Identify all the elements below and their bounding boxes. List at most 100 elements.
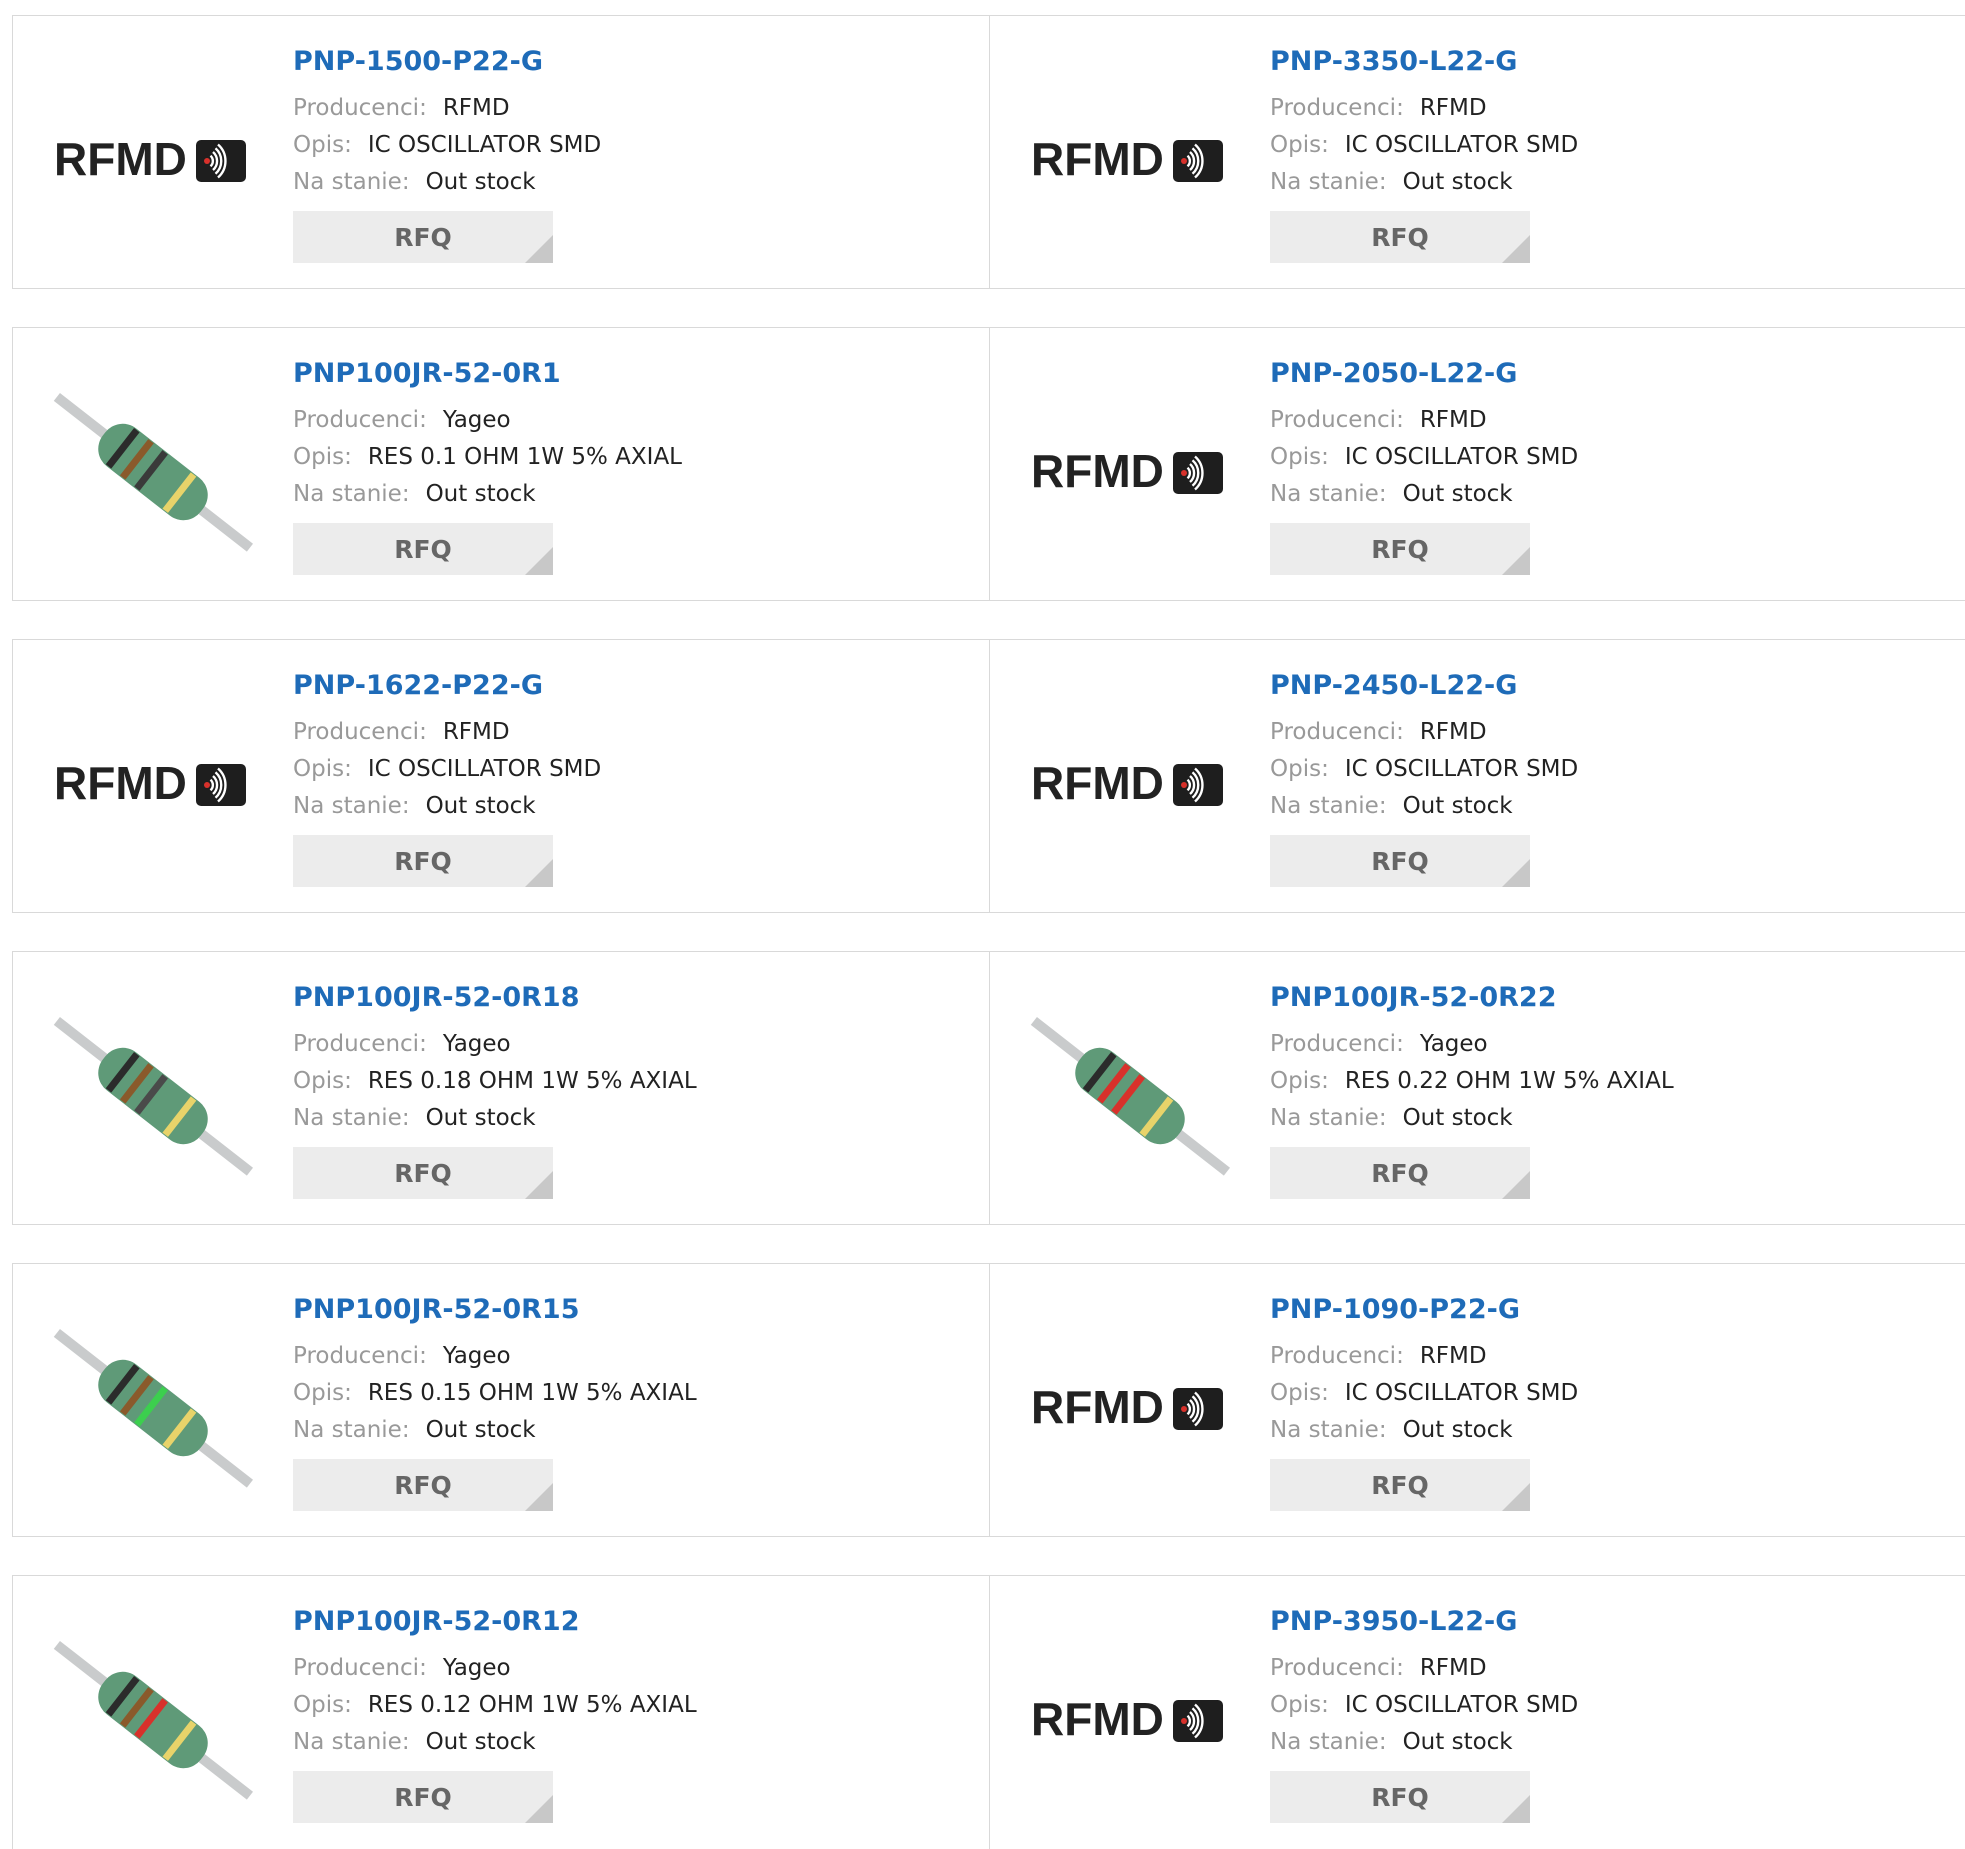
manufacturer-label: Producenci: [293, 95, 427, 121]
signal-dot-icon [1180, 1405, 1187, 1412]
product-info: PNP-3950-L22-G Producenci: RFMD Opis: IC O… [1270, 1604, 1578, 1823]
rfq-button[interactable]: RFQ [293, 523, 553, 575]
stock-row: Na stanie: Out stock [1270, 1100, 1674, 1137]
product-image[interactable]: RFMD [1028, 1306, 1233, 1511]
description-label: Opis: [293, 444, 352, 470]
product-card: RFMD PNP-3350-L22-G Producenci: RFMD Opis… [989, 16, 1965, 288]
product-image[interactable] [51, 1618, 256, 1823]
rfmd-logo: RFMD [1031, 757, 1223, 809]
part-number-link[interactable]: PNP100JR-52-0R12 [293, 1604, 697, 1640]
part-number-link[interactable]: PNP-2450-L22-G [1270, 668, 1578, 704]
stock-value: Out stock [425, 1105, 536, 1131]
rfq-button[interactable]: RFQ [1270, 1771, 1530, 1823]
rfq-button[interactable]: RFQ [293, 835, 553, 887]
product-row: PNP100JR-52-0R1 Producenci: Yageo Opis: RE… [12, 327, 1965, 601]
part-number-link[interactable]: PNP-3350-L22-G [1270, 44, 1578, 80]
part-number-link[interactable]: PNP-1622-P22-G [293, 668, 601, 704]
rfq-button[interactable]: RFQ [293, 1147, 553, 1199]
rfq-button[interactable]: RFQ [1270, 211, 1530, 263]
rfq-button[interactable]: RFQ [293, 211, 553, 263]
part-number-link[interactable]: PNP-1500-P22-G [293, 44, 601, 80]
part-number-link[interactable]: PNP100JR-52-0R1 [293, 356, 682, 392]
description-row: Opis: RES 0.12 OHM 1W 5% AXIAL [293, 1687, 697, 1724]
rfmd-logo-text: RFMD [1031, 445, 1164, 497]
product-image[interactable] [51, 1306, 256, 1511]
product-row: PNP100JR-52-0R15 Producenci: Yageo Opis: R… [12, 1263, 1965, 1537]
rfmd-logo: RFMD [1031, 1381, 1223, 1433]
manufacturer-value: RFMD [1419, 407, 1487, 433]
product-info: PNP-1622-P22-G Producenci: RFMD Opis: IC O… [293, 668, 601, 887]
rfmd-logo-text: RFMD [1031, 1381, 1164, 1433]
rfq-button[interactable]: RFQ [293, 1771, 553, 1823]
rfq-button[interactable]: RFQ [1270, 1459, 1530, 1511]
description-row: Opis: IC OSCILLATOR SMD [293, 127, 601, 164]
rfq-button[interactable]: RFQ [1270, 1147, 1530, 1199]
rfmd-logo: RFMD [54, 133, 246, 185]
corner-triangle-icon [1502, 547, 1530, 575]
stock-label: Na stanie: [1270, 1729, 1387, 1755]
manufacturer-row: Producenci: Yageo [293, 1650, 697, 1687]
product-row: PNP100JR-52-0R12 Producenci: Yageo Opis: R… [12, 1575, 1965, 1849]
product-card: RFMD PNP-2050-L22-G Producenci: RFMD Opis… [989, 328, 1965, 600]
product-image[interactable]: RFMD [1028, 58, 1233, 263]
description-label: Opis: [1270, 1380, 1329, 1406]
stock-row: Na stanie: Out stock [1270, 1724, 1578, 1761]
manufacturer-value: RFMD [1419, 1343, 1487, 1369]
product-image[interactable]: RFMD [1028, 370, 1233, 575]
rfq-label: RFQ [394, 534, 452, 564]
rfq-label: RFQ [1371, 534, 1429, 564]
product-card: RFMD PNP-1500-P22-G Producenci: RFMD Opis… [13, 16, 989, 288]
rfq-button[interactable]: RFQ [1270, 523, 1530, 575]
part-number-link[interactable]: PNP-3950-L22-G [1270, 1604, 1578, 1640]
stock-label: Na stanie: [1270, 481, 1387, 507]
manufacturer-row: Producenci: Yageo [293, 402, 682, 439]
description-row: Opis: IC OSCILLATOR SMD [1270, 751, 1578, 788]
product-info: PNP100JR-52-0R15 Producenci: Yageo Opis: R… [293, 1292, 697, 1511]
part-number-link[interactable]: PNP100JR-52-0R18 [293, 980, 697, 1016]
product-image[interactable]: RFMD [51, 682, 256, 887]
rfmd-logo-text: RFMD [1031, 133, 1164, 185]
stock-row: Na stanie: Out stock [1270, 164, 1578, 201]
manufacturer-row: Producenci: RFMD [1270, 402, 1578, 439]
stock-row: Na stanie: Out stock [293, 1412, 697, 1449]
manufacturer-label: Producenci: [293, 1031, 427, 1057]
description-row: Opis: RES 0.15 OHM 1W 5% AXIAL [293, 1375, 697, 1412]
stock-row: Na stanie: Out stock [293, 1724, 697, 1761]
product-info: PNP100JR-52-0R22 Producenci: Yageo Opis: R… [1270, 980, 1674, 1199]
manufacturer-label: Producenci: [293, 1655, 427, 1681]
description-label: Opis: [293, 1068, 352, 1094]
stock-value: Out stock [1402, 169, 1513, 195]
part-number-link[interactable]: PNP100JR-52-0R15 [293, 1292, 697, 1328]
manufacturer-label: Producenci: [293, 1343, 427, 1369]
corner-triangle-icon [525, 547, 553, 575]
product-row: PNP100JR-52-0R18 Producenci: Yageo Opis: R… [12, 951, 1965, 1225]
stock-label: Na stanie: [293, 169, 410, 195]
signal-dot-icon [1180, 1717, 1187, 1724]
description-row: Opis: RES 0.18 OHM 1W 5% AXIAL [293, 1063, 697, 1100]
description-value: IC OSCILLATOR SMD [367, 756, 602, 782]
stock-label: Na stanie: [1270, 1105, 1387, 1131]
stock-label: Na stanie: [293, 481, 410, 507]
part-number-link[interactable]: PNP-1090-P22-G [1270, 1292, 1578, 1328]
signal-dot-icon [1180, 781, 1187, 788]
product-image[interactable]: RFMD [51, 58, 256, 263]
product-image[interactable] [1028, 994, 1233, 1199]
description-value: RES 0.15 OHM 1W 5% AXIAL [367, 1380, 697, 1406]
product-info: PNP-3350-L22-G Producenci: RFMD Opis: IC O… [1270, 44, 1578, 263]
product-image[interactable] [51, 370, 256, 575]
description-row: Opis: RES 0.1 OHM 1W 5% AXIAL [293, 439, 682, 476]
manufacturer-label: Producenci: [1270, 407, 1404, 433]
manufacturer-value: Yageo [1419, 1031, 1488, 1057]
rfmd-logo: RFMD [54, 757, 246, 809]
product-image[interactable]: RFMD [1028, 682, 1233, 887]
product-row: RFMD PNP-1622-P22-G Producenci: RFMD Opis… [12, 639, 1965, 913]
description-value: IC OSCILLATOR SMD [1344, 1692, 1579, 1718]
part-number-link[interactable]: PNP100JR-52-0R22 [1270, 980, 1674, 1016]
stock-row: Na stanie: Out stock [293, 476, 682, 513]
stock-row: Na stanie: Out stock [1270, 1412, 1578, 1449]
product-image[interactable] [51, 994, 256, 1199]
rfq-button[interactable]: RFQ [1270, 835, 1530, 887]
rfq-button[interactable]: RFQ [293, 1459, 553, 1511]
product-image[interactable]: RFMD [1028, 1618, 1233, 1823]
part-number-link[interactable]: PNP-2050-L22-G [1270, 356, 1578, 392]
